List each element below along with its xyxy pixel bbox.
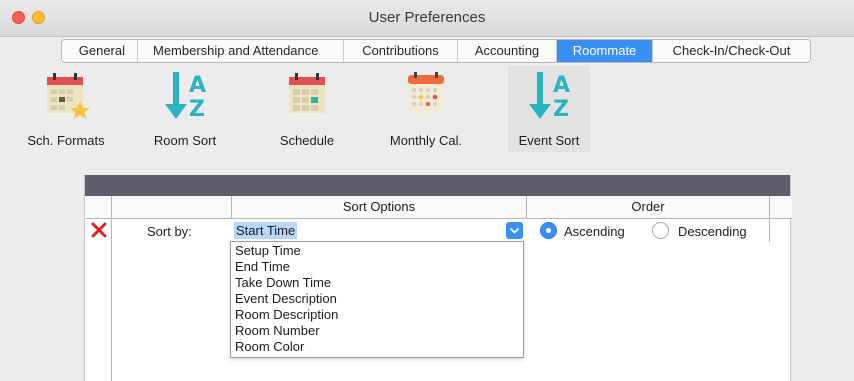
tab-accounting[interactable]: Accounting	[458, 40, 557, 62]
sort-field-select[interactable]: Start Time	[232, 221, 525, 241]
descending-radio[interactable]	[652, 222, 669, 239]
column-header-order: Order	[527, 196, 770, 219]
svg-text:Z: Z	[189, 97, 205, 122]
dropdown-option[interactable]: Room Description	[231, 307, 523, 323]
svg-text:A: A	[189, 73, 206, 98]
column-header-sort-options: Sort Options	[231, 196, 527, 219]
title-bar: User Preferences	[0, 0, 854, 37]
dropdown-option[interactable]: End Time	[231, 259, 523, 275]
monthly-calendar-icon	[397, 70, 455, 131]
window-title: User Preferences	[368, 9, 486, 26]
toolbar-label: Event Sort	[518, 133, 580, 148]
toolbar-schedule[interactable]: Schedule	[266, 66, 348, 152]
toolbar-sch-formats[interactable]: Sch. Formats	[18, 66, 114, 152]
sort-by-label: Sort by:	[147, 224, 192, 239]
toolbar-label: Room Sort	[153, 133, 217, 148]
delete-row-icon[interactable]	[91, 222, 107, 238]
tab-general[interactable]: General	[62, 40, 138, 62]
toolbar-monthly-cal[interactable]: Monthly Cal.	[376, 66, 476, 152]
panel-header-bar	[85, 175, 790, 196]
order-cell-edge	[769, 219, 770, 242]
dropdown-option[interactable]: Event Description	[231, 291, 523, 307]
svg-text:Z: Z	[553, 97, 569, 122]
tab-contributions[interactable]: Contributions	[344, 40, 458, 62]
ascending-radio[interactable]	[540, 222, 557, 239]
ascending-label: Ascending	[564, 224, 625, 239]
dropdown-option[interactable]: Room Color	[231, 339, 523, 355]
preferences-tabs: General Membership and Attendance Contri…	[61, 39, 811, 63]
dropdown-option[interactable]: Room Number	[231, 323, 523, 339]
tab-roommate[interactable]: Roommate	[557, 40, 653, 62]
sort-az-icon: A Z	[156, 70, 214, 131]
tab-membership-and-attendance[interactable]: Membership and Attendance	[138, 40, 344, 62]
sort-field-value: Start Time	[234, 222, 298, 239]
sort-field-dropdown: Setup Time End Time Take Down Time Event…	[230, 241, 524, 358]
svg-text:A: A	[553, 73, 570, 98]
descending-label: Descending	[678, 224, 747, 239]
toolbar-room-sort[interactable]: A Z Room Sort	[142, 66, 228, 152]
chevron-down-icon[interactable]	[506, 222, 523, 239]
toolbar-label: Monthly Cal.	[389, 133, 463, 148]
toolbar-event-sort[interactable]: A Z Event Sort	[508, 66, 590, 152]
calendar-star-icon	[37, 70, 95, 131]
calendar-grid-icon	[278, 70, 336, 131]
sort-az-icon: A Z	[520, 70, 578, 131]
grid-header: Sort Options Order	[85, 196, 792, 219]
toolbar-label: Sch. Formats	[27, 133, 105, 148]
tab-check-in-check-out[interactable]: Check-In/Check-Out	[653, 40, 810, 62]
toolbar-label: Schedule	[279, 133, 335, 148]
dropdown-option[interactable]: Setup Time	[231, 243, 523, 259]
dropdown-option[interactable]: Take Down Time	[231, 275, 523, 291]
